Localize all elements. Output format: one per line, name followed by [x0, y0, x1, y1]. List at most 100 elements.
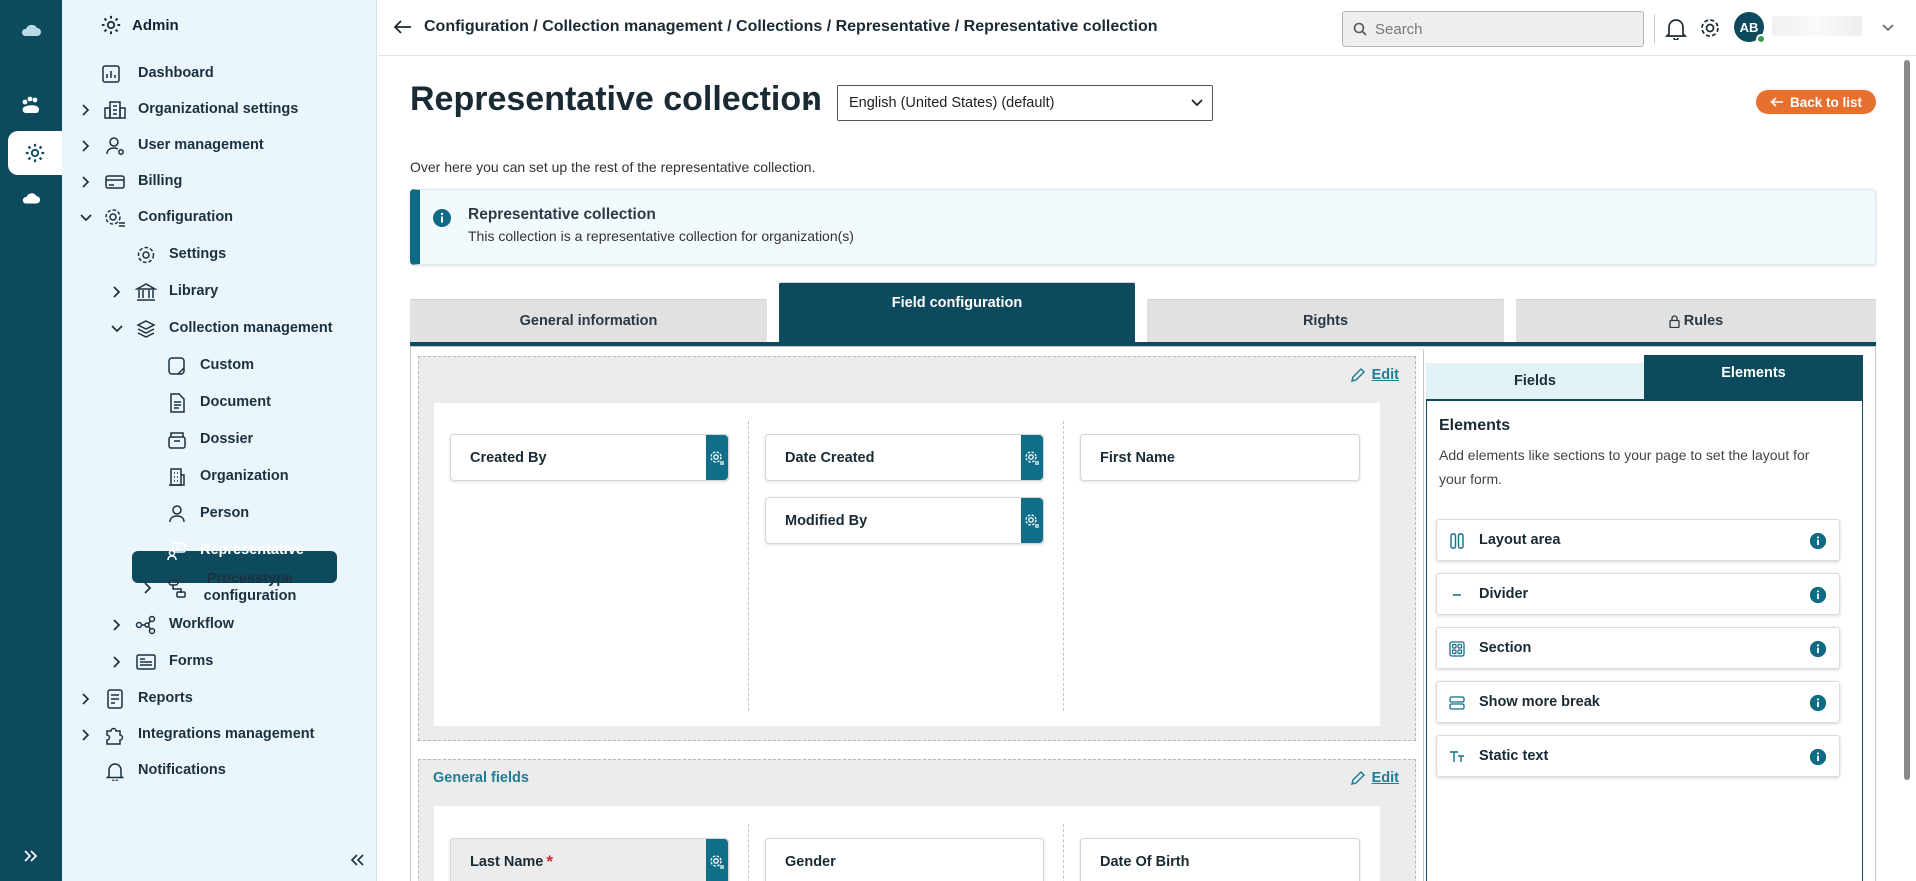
- sidebar-item-label: Document: [200, 394, 271, 410]
- pencil-icon: [1350, 367, 1365, 383]
- element-layout-area[interactable]: Layout area: [1436, 519, 1840, 561]
- chevron-right-icon[interactable]: [141, 581, 155, 595]
- chevron-right-icon[interactable]: [79, 139, 93, 153]
- avatar[interactable]: AB: [1734, 12, 1766, 44]
- field-date-created[interactable]: Date Created: [765, 434, 1044, 481]
- sidebar-item-forms[interactable]: Forms: [0, 646, 377, 678]
- username-blurred[interactable]: [1772, 16, 1862, 36]
- sidebar-item-organizational-settings[interactable]: Organizational settings: [0, 94, 377, 126]
- field-date-of-birth[interactable]: Date Of Birth: [1080, 838, 1360, 881]
- sidebar-item-person[interactable]: Person: [0, 498, 377, 530]
- info-icon[interactable]: [1809, 532, 1827, 550]
- sidebar-item-processtype-configuration[interactable]: Processtype configuration: [0, 571, 377, 604]
- section-title: General fields: [433, 770, 529, 786]
- sidebar-item-organization[interactable]: Organization: [0, 461, 377, 493]
- sidebar-item-label: Processtype configuration: [203, 571, 297, 604]
- chevron-right-icon[interactable]: [79, 728, 93, 742]
- edit-section-link[interactable]: Edit: [1350, 770, 1399, 786]
- sidebar-item-library[interactable]: Library: [0, 276, 377, 308]
- chevron-right-icon[interactable]: [79, 692, 93, 706]
- form-section-general-fields[interactable]: General fields Edit Last Name * Gender Da…: [418, 759, 1416, 881]
- language-select[interactable]: English (United States) (default): [837, 85, 1213, 121]
- collapse-sidebar-icon[interactable]: [346, 849, 368, 871]
- sidebar-item-notifications[interactable]: Notifications: [0, 755, 377, 787]
- sidebar-item-user-management[interactable]: User management: [0, 130, 377, 162]
- search-input[interactable]: [1375, 20, 1625, 38]
- chevron-down-icon[interactable]: [1878, 14, 1898, 42]
- field-settings-icon[interactable]: [706, 435, 728, 480]
- field-settings-icon[interactable]: [1021, 435, 1043, 480]
- sidebar-item-representative[interactable]: Representative: [0, 535, 377, 567]
- element-static-text[interactable]: Static text: [1436, 735, 1840, 777]
- field-label: Last Name: [470, 853, 544, 870]
- element-show-more-break[interactable]: Show more break: [1436, 681, 1840, 723]
- page-scrollbar[interactable]: [1904, 60, 1910, 780]
- info-icon[interactable]: [1809, 586, 1827, 604]
- title-dot: [808, 100, 813, 105]
- cloud-logo-icon[interactable]: [0, 8, 62, 52]
- elements-description: Add elements like sections to your page …: [1439, 447, 1810, 487]
- sidebar-item-collection-management[interactable]: Collection management: [0, 313, 377, 345]
- settings-gear-icon[interactable]: [1696, 14, 1724, 42]
- box-icon: [166, 429, 188, 451]
- info-icon[interactable]: [1809, 694, 1827, 712]
- element-divider[interactable]: Divider: [1436, 573, 1840, 615]
- sidebar-item-workflow[interactable]: Workflow: [0, 609, 377, 641]
- sidebar-item-integrations-management[interactable]: Integrations management: [0, 719, 377, 751]
- field-label: Created By: [470, 449, 547, 466]
- sidebar-item-label: Organization: [200, 468, 289, 484]
- form-section[interactable]: Edit Created By Date Created First Name …: [418, 356, 1416, 741]
- chevron-right-icon[interactable]: [79, 103, 93, 117]
- field-last-name[interactable]: Last Name *: [450, 838, 729, 881]
- page-title: Representative collection: [410, 80, 822, 118]
- chevron-right-icon[interactable]: [110, 618, 124, 632]
- rep-icon: [166, 540, 188, 562]
- sidebar-item-settings[interactable]: Settings: [0, 239, 377, 271]
- field-settings-icon[interactable]: [1021, 498, 1043, 543]
- info-icon[interactable]: [1809, 640, 1827, 658]
- info-banner: Representative collection This collectio…: [410, 189, 1876, 265]
- breadcrumb-text[interactable]: Configuration / Collection management / …: [424, 18, 1157, 36]
- sidebar-item-label: Settings: [169, 246, 227, 262]
- field-created-by[interactable]: Created By: [450, 434, 729, 481]
- cog-icon: [104, 207, 126, 229]
- sidebar-item-configuration[interactable]: Configuration: [0, 202, 377, 234]
- tab-general-information[interactable]: General information: [410, 299, 767, 342]
- dash-icon: [100, 63, 122, 85]
- back-arrow-icon[interactable]: [394, 20, 412, 34]
- field-modified-by[interactable]: Modified By: [765, 497, 1044, 544]
- chevron-right-icon[interactable]: [110, 655, 124, 669]
- chevron-right-icon[interactable]: [110, 285, 124, 299]
- tab-field-configuration[interactable]: Field configuration: [779, 282, 1135, 342]
- edit-section-link[interactable]: Edit: [1350, 367, 1399, 383]
- sidebar-item-billing[interactable]: Billing: [0, 166, 377, 198]
- search-box[interactable]: [1342, 11, 1644, 47]
- sidebar-item-reports[interactable]: Reports: [0, 683, 377, 715]
- panel-tab-fields[interactable]: Fields: [1426, 363, 1644, 399]
- sidebar-item-dossier[interactable]: Dossier: [0, 424, 377, 456]
- sidebar-item-dashboard[interactable]: Dashboard: [0, 58, 377, 90]
- sidebar-item-document[interactable]: Document: [0, 387, 377, 419]
- chevron-down-icon[interactable]: [79, 211, 93, 225]
- field-first-name[interactable]: First Name: [1080, 434, 1360, 481]
- element-section[interactable]: Section: [1436, 627, 1840, 669]
- sidebar-item-label: Integrations management: [138, 726, 315, 742]
- sidebar-item-custom[interactable]: Custom: [0, 350, 377, 382]
- expand-rail-icon[interactable]: [0, 841, 62, 871]
- chevron-down-icon[interactable]: [110, 322, 124, 336]
- field-settings-icon[interactable]: [706, 839, 728, 881]
- tab-label: Rules: [1683, 313, 1724, 329]
- tab-rights[interactable]: Rights: [1147, 299, 1504, 342]
- sidebar-item-label: Representative: [200, 542, 304, 558]
- back-to-list-label: Back to list: [1789, 94, 1863, 110]
- info-icon[interactable]: [1809, 748, 1827, 766]
- bell-icon[interactable]: [1662, 14, 1690, 42]
- arrow-left-icon: [1770, 97, 1783, 107]
- panel-tab-elements[interactable]: Elements: [1644, 355, 1863, 399]
- chevron-right-icon[interactable]: [79, 175, 93, 189]
- back-to-list-button[interactable]: Back to list: [1756, 90, 1876, 114]
- field-gender[interactable]: Gender: [765, 838, 1044, 881]
- sidebar-item-label: Organizational settings: [138, 101, 299, 117]
- form-canvas: Edit Created By Date Created First Name …: [410, 346, 1876, 881]
- tab-rules[interactable]: Rules: [1516, 299, 1876, 342]
